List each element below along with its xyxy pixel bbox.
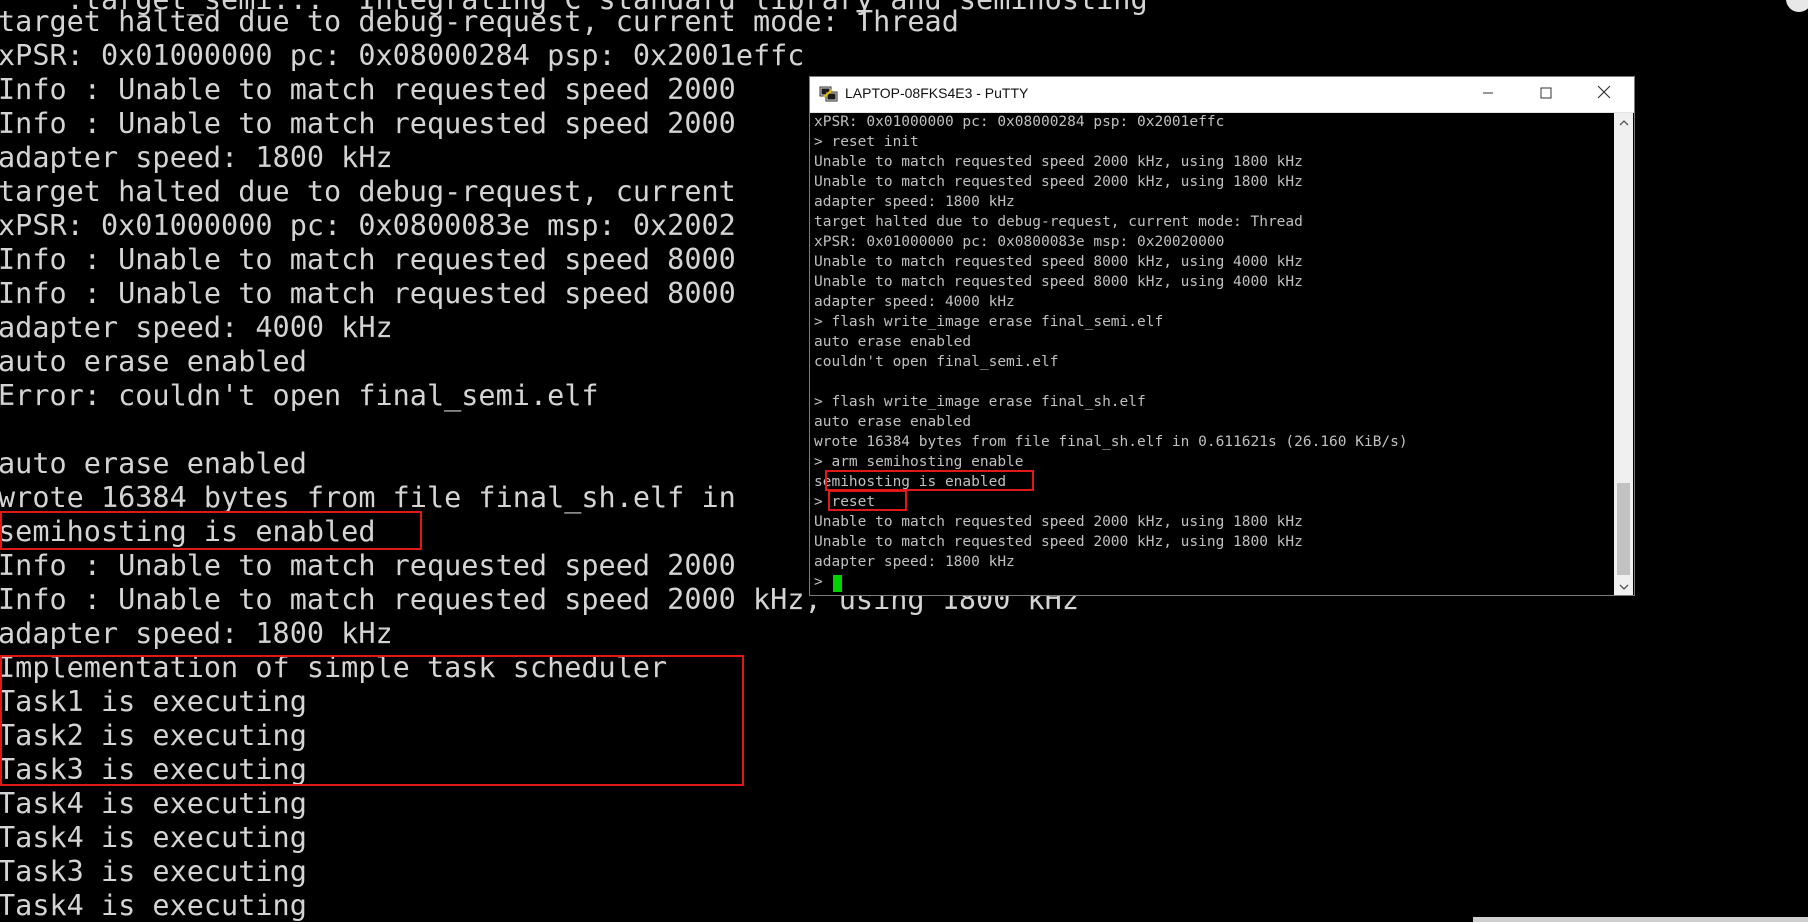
scrollbar-thumb[interactable] [1617,483,1630,575]
chevron-up-icon [1619,113,1629,131]
terminal-line: > reset [814,494,876,510]
console-line: Info : Unable to match requested speed 8… [0,277,736,310]
console-line: Error: couldn't open final_semi.elf [0,379,599,412]
terminal-line: Unable to match requested speed 2000 kHz… [814,534,1303,550]
console-line: Info : Unable to match requested speed 2… [0,73,736,106]
terminal-line: Unable to match requested speed 8000 kHz… [814,274,1303,290]
console-line: auto erase enabled [0,447,307,480]
console-line: adapter speed: 1800 kHz [0,141,393,174]
minimize-button[interactable] [1459,77,1517,112]
scroll-up-button[interactable] [1614,113,1633,130]
terminal-line: couldn't open final_semi.elf [814,354,1059,370]
terminal-line: adapter speed: 1800 kHz [814,194,1015,210]
bottom-bar [1473,917,1808,922]
console-line: Info : Unable to match requested speed 2… [0,549,736,582]
console-line: Task1 is executing [0,685,307,718]
vertical-scrollbar[interactable] [1614,113,1633,595]
window-title: LAPTOP-08FKS4E3 - PuTTY [845,85,1029,101]
putty-window[interactable]: LAPTOP-08FKS4E3 - PuTTY xPSR: 0x01000000… [809,76,1635,596]
console-line: Task4 is executing [0,889,307,922]
putty-icon [819,85,839,103]
console-line: auto erase enabled [0,345,307,378]
close-button[interactable] [1575,77,1633,112]
console-line: Info : Unable to match requested speed 2… [0,107,736,140]
terminal-cursor [833,575,842,592]
console-line: Task4 is executing [0,821,307,854]
terminal-line: adapter speed: 4000 kHz [814,294,1015,310]
corner-circle-icon [1786,0,1808,12]
maximize-icon [1540,86,1552,104]
terminal-line: auto erase enabled [814,414,972,430]
scroll-down-button[interactable] [1614,578,1633,595]
console-line: Task3 is executing [0,753,307,786]
console-line: Implementation of simple task scheduler [0,651,668,684]
terminal-line: Unable to match requested speed 2000 kHz… [814,174,1303,190]
terminal-line: > arm semihosting enable [814,454,1024,470]
terminal-line: > reset init [814,134,919,150]
console-line: Task2 is executing [0,719,307,752]
console-line: adapter speed: 4000 kHz [0,311,393,344]
terminal-line: auto erase enabled [814,334,972,350]
console-line: xPSR: 0x01000000 pc: 0x0800083e msp: 0x2… [0,209,736,242]
terminal-line: Unable to match requested speed 2000 kHz… [814,154,1303,170]
terminal-area[interactable]: xPSR: 0x01000000 pc: 0x08000284 psp: 0x2… [812,113,1614,595]
terminal-prompt: > [814,574,832,590]
console-line: wrote 16384 bytes from file final_sh.elf… [0,481,736,514]
console-line: xPSR: 0x01000000 pc: 0x08000284 psp: 0x2… [0,39,805,72]
console-line: semihosting is enabled [0,515,376,548]
maximize-button[interactable] [1517,77,1575,112]
close-icon [1597,85,1611,104]
chevron-down-icon [1619,578,1629,596]
terminal-line: xPSR: 0x01000000 pc: 0x08000284 psp: 0x2… [814,114,1225,130]
putty-titlebar[interactable]: LAPTOP-08FKS4E3 - PuTTY [810,77,1634,113]
terminal-line: adapter speed: 1800 kHz [814,554,1015,570]
terminal-line: Unable to match requested speed 8000 kHz… [814,254,1303,270]
console-line: Info : Unable to match requested speed 8… [0,243,736,276]
terminal-line: Unable to match requested speed 2000 kHz… [814,514,1303,530]
minimize-icon [1482,86,1494,104]
console-line: adapter speed: 1800 kHz [0,617,393,650]
terminal-line: target halted due to debug-request, curr… [814,214,1303,230]
console-line: Task4 is executing [0,787,307,820]
terminal-line: wrote 16384 bytes from file final_sh.elf… [814,434,1408,450]
terminal-line: semihosting is enabled [814,474,1007,490]
terminal-line: > flash write_image erase final_sh.elf [814,394,1146,410]
console-line: target halted due to debug-request, curr… [0,5,959,38]
terminal-line: xPSR: 0x01000000 pc: 0x0800083e msp: 0x2… [814,234,1225,250]
console-line: Task3 is executing [0,855,307,888]
console-line: target halted due to debug-request, curr… [0,175,736,208]
terminal-line: > flash write_image erase final_semi.elf [814,314,1164,330]
